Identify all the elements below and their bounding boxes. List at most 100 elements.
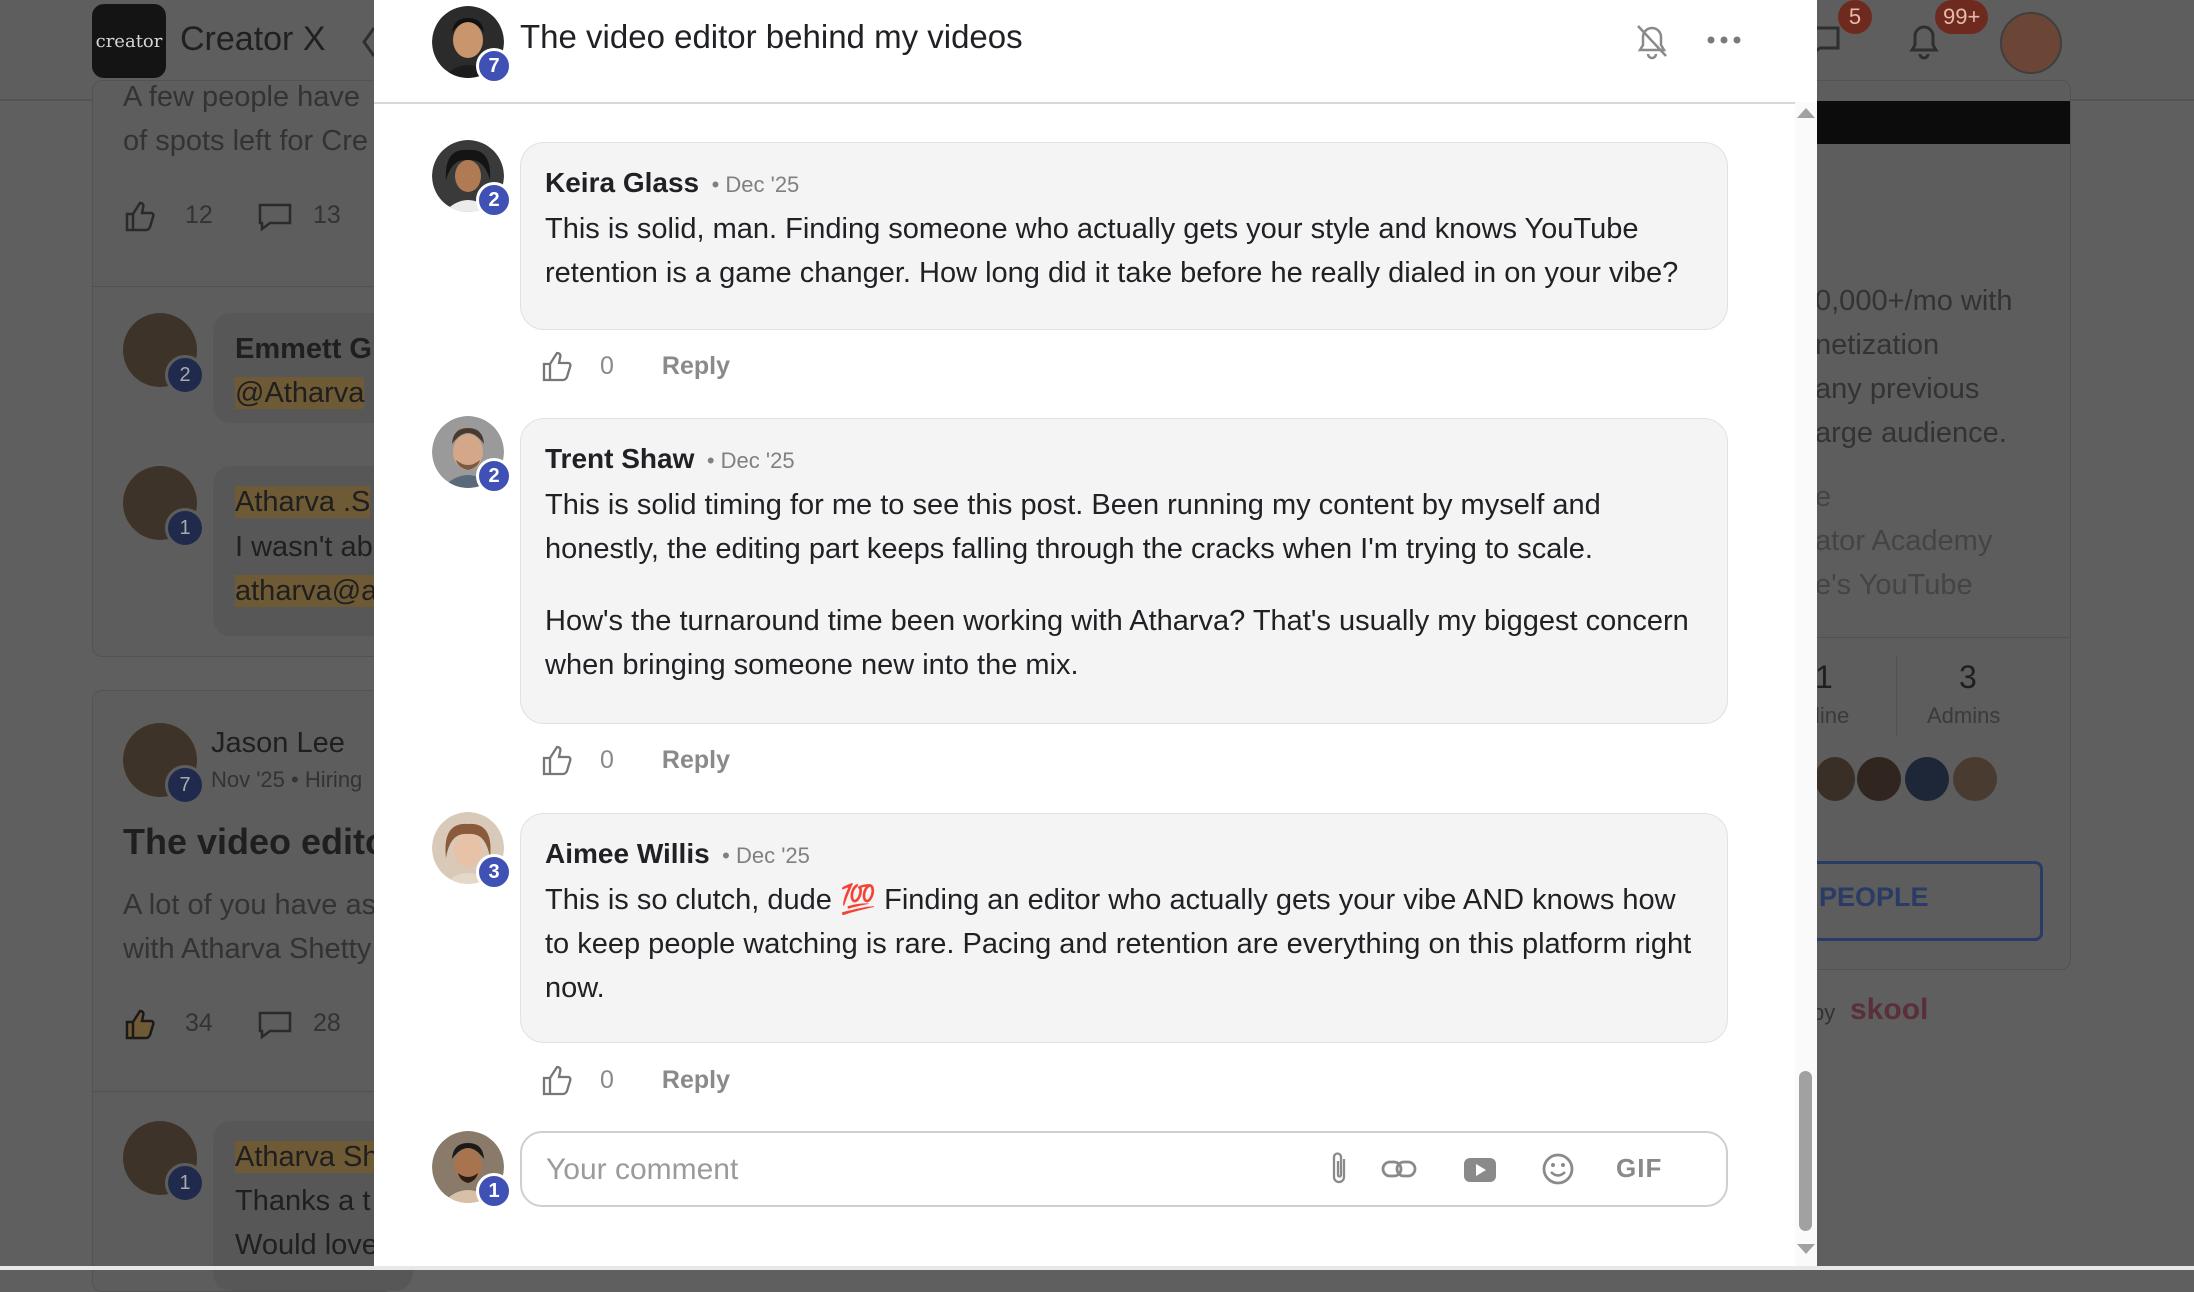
comment-author[interactable]: Atharva .S [235,486,371,519]
comment-text-line: retention is a game changer. How long di… [545,257,1679,289]
bottom-edge [0,1266,2194,1270]
youtube-icon[interactable] [1462,1155,1498,1185]
post-snippet: A lot of you have as [123,889,377,921]
comment-author[interactable]: Keira Glass [545,167,699,198]
feed-card-2: 7 Jason Lee Nov '25 • Hiring The video e… [92,690,413,1292]
like-icon[interactable] [540,743,574,777]
gif-button[interactable]: GIF [1616,1153,1662,1184]
user-avatar[interactable] [2000,12,2062,74]
online-count: 1 [1815,659,1833,695]
comment-email[interactable]: atharva@a [235,575,378,608]
post-title[interactable]: The video edito [123,821,387,863]
comment-text: Would love [235,1229,378,1261]
comment-author[interactable]: Emmett Gl [235,333,380,366]
invite-people-button[interactable]: PEOPLE [1815,861,2043,941]
comment-mention[interactable]: @Atharva [235,377,365,410]
about-text: arge audience. [1815,417,2007,449]
comment-text: I wasn't ab [235,531,373,563]
link[interactable]: e [1815,481,1831,514]
comment-bubble: Trent Shaw • Dec '25 This is solid timin… [520,418,1728,724]
comment-actions: 0 Reply [540,1060,730,1100]
admins-label: Admins [1927,703,2001,728]
post-meta: Nov '25 • Hiring [211,767,363,792]
reply-button[interactable]: Reply [662,1066,730,1095]
comment-author[interactable]: Trent Shaw [545,443,694,474]
about-text: any previous [1815,373,1980,405]
comment-date: • Dec '25 [722,843,810,868]
notification-count-badge: 99+ [1935,0,1989,34]
avatar[interactable]: 7 [123,723,205,805]
attachment-icon[interactable] [1326,1149,1352,1189]
comment-date: • Dec '25 [711,172,800,197]
comment-text-line: This is so clutch, dude 💯 Finding an edi… [545,884,1676,916]
avatar[interactable]: 1 [123,1121,205,1203]
comment-icon[interactable] [257,1009,293,1041]
community-logo[interactable]: creator [92,4,166,78]
reply-button[interactable]: Reply [662,746,730,775]
community-info-card: 0,000+/mo with netization any previous a… [1790,80,2071,970]
like-count: 0 [600,351,614,380]
commenter-avatar[interactable]: 3 [432,812,512,890]
like-icon[interactable] [540,1063,574,1097]
level-badge: 7 [476,48,512,84]
comment-bubble: Keira Glass • Dec '25 This is solid, man… [520,142,1728,330]
comment-author[interactable]: Atharva Sh [235,1141,379,1174]
level-badge: 3 [476,854,512,890]
comment-text-line: This is solid, man. Finding someone who … [545,213,1639,245]
avatar[interactable]: 2 [123,313,205,395]
comment-input[interactable]: Your comment GIF [520,1131,1728,1207]
comment-actions: 0 Reply [540,740,730,780]
current-user-avatar[interactable]: 1 [432,1131,512,1209]
comment-text-line: now. [545,972,605,1004]
avatar[interactable]: 1 [123,466,205,548]
comment-text: Thanks a t [235,1185,371,1217]
level-badge: 1 [476,1173,512,1209]
like-icon[interactable] [540,349,574,383]
link[interactable]: e's YouTube [1815,569,1973,602]
comment-count: 28 [313,1009,341,1037]
comment-icon[interactable] [257,201,293,233]
scroll-down-arrow[interactable] [1797,1244,1815,1254]
like-count: 34 [185,1009,213,1037]
comment-bubble: Aimee Willis • Dec '25 This is so clutch… [520,813,1728,1043]
feed-card-1: A few people have of spots left for Cre … [92,80,413,657]
commenter-avatar[interactable]: 2 [432,416,512,494]
reply-button[interactable]: Reply [662,352,730,381]
like-count: 0 [600,745,614,774]
post-author[interactable]: Jason Lee [211,727,345,760]
comment-date: • Dec '25 [706,448,795,473]
comment-text-line: to keep people watching is rare. Pacing … [545,928,1692,960]
commenter-avatar[interactable]: 2 [432,140,512,218]
comment-placeholder: Your comment [546,1153,739,1186]
emoji-icon[interactable] [1540,1151,1576,1187]
scroll-up-arrow[interactable] [1797,108,1815,118]
chat-count-badge: 5 [1838,0,1872,34]
like-count: 12 [185,201,213,229]
post-snippet: with Atharva Shetty [123,933,372,965]
more-options-icon[interactable] [1706,30,1742,50]
level-badge: 2 [476,458,512,494]
link[interactable]: ator Academy [1815,525,1992,558]
comment-text-line: This is solid timing for me to see this … [545,489,1601,521]
comment-count: 13 [313,201,341,229]
like-icon[interactable] [123,199,157,233]
skool-logo[interactable]: skool [1850,993,1928,1027]
like-count: 0 [600,1065,614,1094]
comment-text-line: How's the turnaround time been working w… [545,605,1689,637]
comment-actions: 0 Reply [540,346,730,386]
community-name[interactable]: Creator X [180,20,326,59]
about-text: 0,000+/mo with [1815,285,2013,317]
notifications-off-icon[interactable] [1634,20,1670,60]
admins-count: 3 [1959,659,1977,695]
link-icon[interactable] [1380,1155,1418,1183]
modal-header: 7 The video editor behind my videos [374,0,1817,104]
like-icon[interactable] [123,1007,157,1041]
post-title: The video editor behind my videos [520,18,1023,55]
post-snippet: of spots left for Cre [123,125,368,157]
level-badge: 2 [476,182,512,218]
post-modal: 7 The video editor behind my videos 2 Ke… [374,0,1817,1266]
about-text: netization [1815,329,1940,361]
post-author-avatar[interactable]: 7 [432,6,512,84]
comment-author[interactable]: Aimee Willis [545,838,710,869]
scrollbar-thumb[interactable] [1799,1071,1812,1231]
